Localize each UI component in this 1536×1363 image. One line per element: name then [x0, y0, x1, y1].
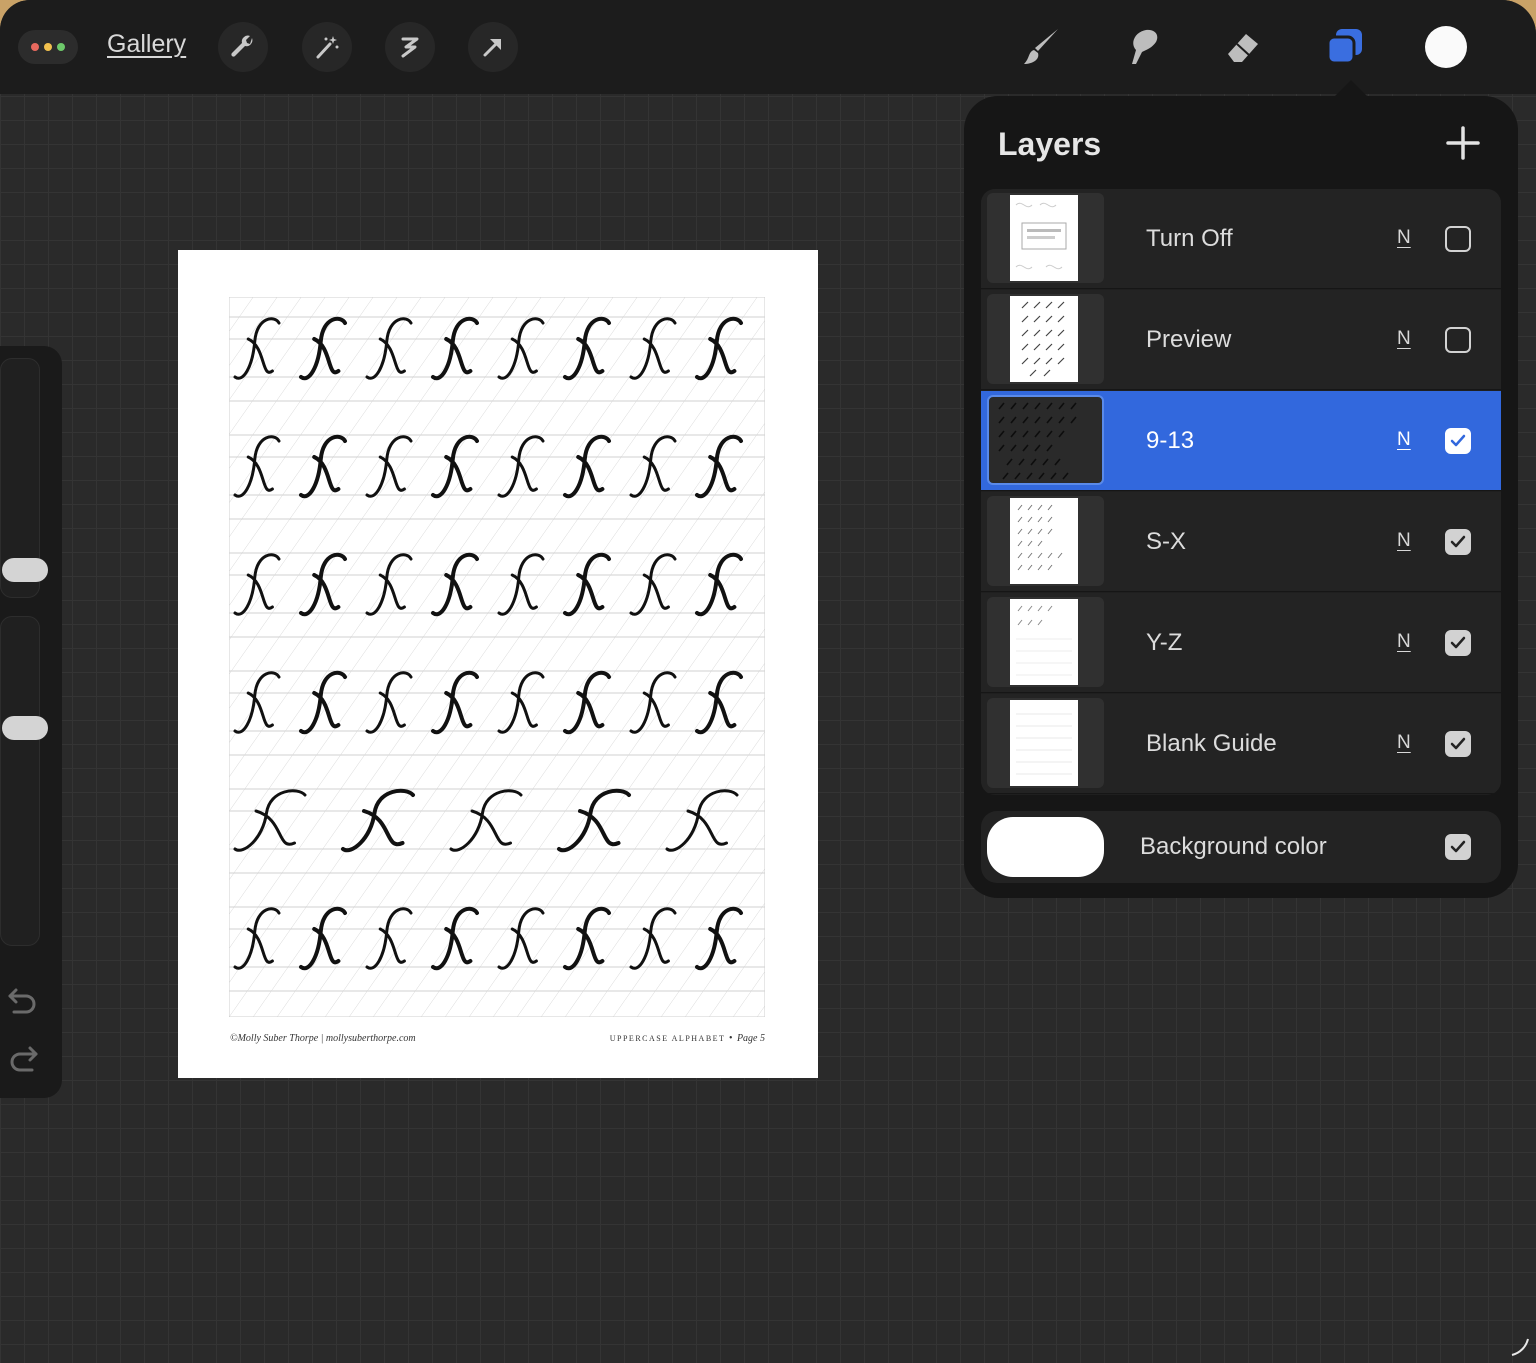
eraser-icon[interactable] — [1216, 20, 1270, 74]
layer-name: 9-13 — [1146, 427, 1195, 454]
plus-icon[interactable] — [1446, 126, 1480, 160]
checkmark-icon — [1450, 535, 1466, 548]
color-picker-button[interactable] — [1425, 26, 1467, 68]
blend-mode-button[interactable]: N — [1397, 328, 1411, 350]
calligraphy-guide-sheet — [229, 297, 765, 1017]
left-sidebar — [0, 346, 62, 1098]
layer-thumbnail — [987, 294, 1104, 384]
undo-icon[interactable] — [6, 986, 40, 1019]
visibility-checkbox[interactable] — [1445, 834, 1471, 860]
canvas-page[interactable]: ©Molly Suber Thorpe | mollysuberthorpe.c… — [178, 250, 818, 1078]
layer-row-y-z[interactable]: Y-Z N — [981, 593, 1501, 693]
layer-row-preview[interactable]: Preview N — [981, 290, 1501, 390]
visibility-checkbox[interactable] — [1445, 226, 1471, 252]
layers-icon[interactable] — [1318, 20, 1372, 74]
background-color-label: Background color — [1140, 833, 1327, 860]
layer-name: Blank Guide — [1146, 730, 1277, 757]
layer-list: Turn Off N Preview N 9-13 N S-X N Y-Z N … — [981, 189, 1501, 795]
layer-name: Y-Z — [1146, 629, 1183, 656]
visibility-checkbox[interactable] — [1445, 529, 1471, 555]
brush-icon[interactable] — [1014, 20, 1068, 74]
move-arrow-icon[interactable] — [468, 22, 518, 72]
checkmark-icon — [1450, 636, 1466, 649]
window-controls-button[interactable] — [18, 30, 78, 64]
top-toolbar: Gallery — [0, 0, 1536, 94]
visibility-checkbox[interactable] — [1445, 731, 1471, 757]
blend-mode-button[interactable]: N — [1397, 227, 1411, 249]
layers-panel: Layers Turn Off N Preview N 9-13 N S-X N… — [964, 96, 1518, 898]
background-color-row[interactable]: Background color — [981, 811, 1501, 883]
layer-name: Turn Off — [1146, 225, 1233, 252]
layer-name: Preview — [1146, 326, 1232, 353]
layer-thumbnail — [987, 496, 1104, 586]
green-dot-icon — [57, 43, 65, 51]
layer-row-blank-guide[interactable]: Blank Guide N — [981, 694, 1501, 794]
blend-mode-button[interactable]: N — [1397, 732, 1411, 754]
red-dot-icon — [31, 43, 39, 51]
layer-thumbnail — [987, 193, 1104, 283]
layer-row-turn-off[interactable]: Turn Off N — [981, 189, 1501, 289]
blend-mode-button[interactable]: N — [1397, 530, 1411, 552]
wrench-icon[interactable] — [218, 22, 268, 72]
magic-wand-icon[interactable] — [302, 22, 352, 72]
opacity-handle[interactable] — [2, 716, 48, 740]
corner-arc-icon — [1511, 1338, 1529, 1356]
selection-icon[interactable] — [385, 22, 435, 72]
footer-separator: • — [728, 1033, 734, 1044]
smudge-icon[interactable] — [1114, 20, 1168, 74]
background-color-swatch[interactable] — [987, 817, 1104, 877]
layer-row-s-x[interactable]: S-X N — [981, 492, 1501, 592]
redo-icon[interactable] — [6, 1044, 40, 1077]
gallery-button[interactable]: Gallery — [107, 30, 186, 59]
yellow-dot-icon — [44, 43, 52, 51]
checkmark-icon — [1450, 434, 1466, 447]
checkmark-icon — [1450, 840, 1466, 853]
layers-title: Layers — [998, 126, 1102, 162]
blend-mode-button[interactable]: N — [1397, 429, 1411, 451]
layer-name: S-X — [1146, 528, 1187, 555]
footer-section: UPPERCASE ALPHABET — [609, 1034, 726, 1043]
opacity-slider[interactable] — [0, 616, 40, 946]
layer-thumbnail — [987, 395, 1104, 485]
visibility-checkbox[interactable] — [1445, 428, 1471, 454]
layer-thumbnail — [987, 597, 1104, 687]
brush-size-handle[interactable] — [2, 558, 48, 582]
checkmark-icon — [1450, 737, 1466, 750]
visibility-checkbox[interactable] — [1445, 327, 1471, 353]
footer-title: UPPERCASE ALPHABET • Page 5 — [610, 1033, 765, 1044]
layer-thumbnail — [987, 698, 1104, 788]
footer-credit: ©Molly Suber Thorpe | mollysuberthorpe.c… — [230, 1033, 416, 1044]
layer-row-9-13[interactable]: 9-13 N — [981, 391, 1501, 491]
procreate-screen: Gallery ©Molly Suber Thorpe | mollysuber… — [0, 0, 1536, 1363]
footer-page: Page 5 — [736, 1033, 765, 1044]
visibility-checkbox[interactable] — [1445, 630, 1471, 656]
blend-mode-button[interactable]: N — [1397, 631, 1411, 653]
